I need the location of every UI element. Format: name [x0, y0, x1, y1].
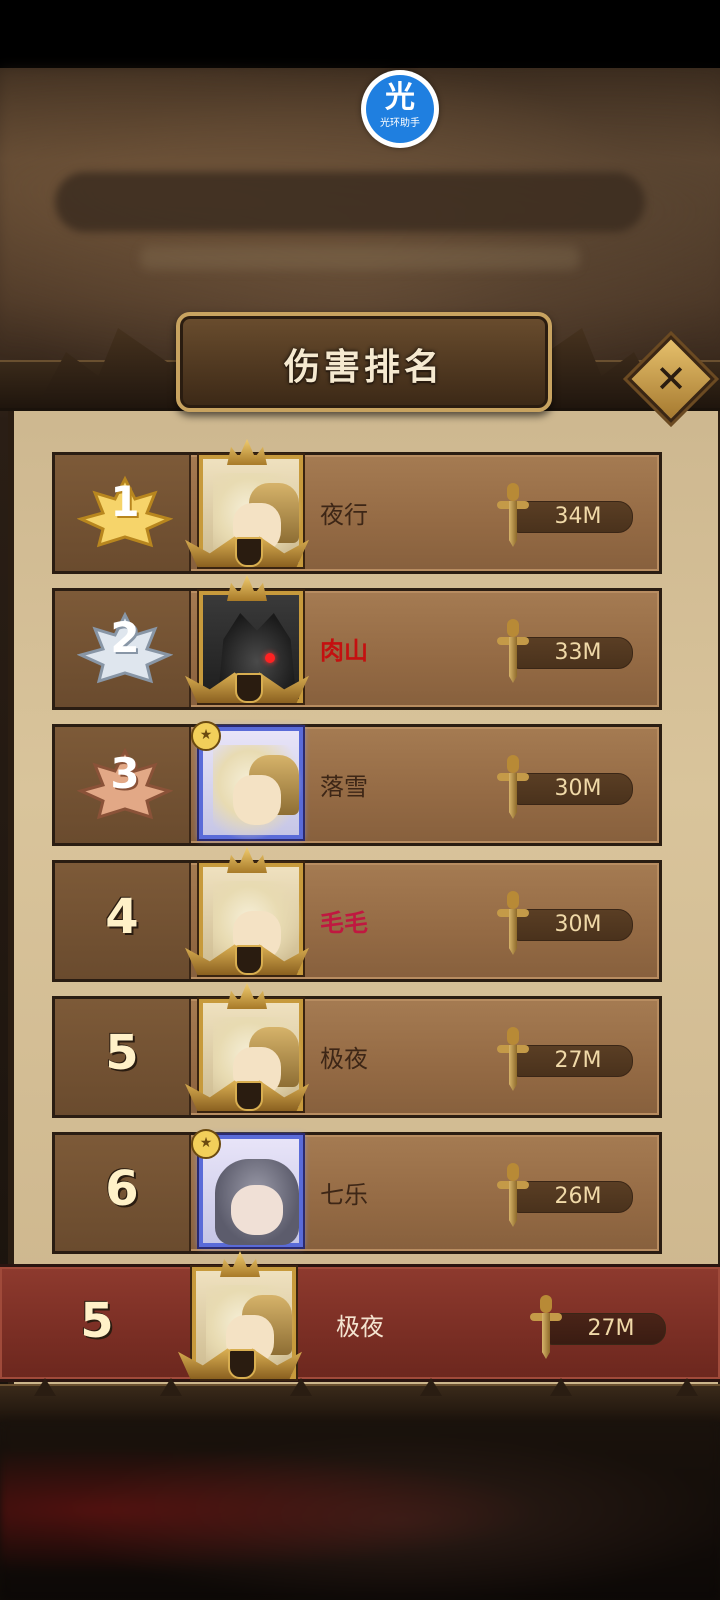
shield-emblem-icon [235, 945, 263, 975]
rank-number: 3 [110, 749, 140, 798]
damage-pill: 34M [515, 501, 633, 533]
app-badge-glyph: 光 [385, 80, 415, 115]
sword-icon [495, 483, 531, 549]
player-name: 肉山 [320, 637, 368, 665]
sword-blade [509, 909, 517, 955]
rank-cell: 5 [55, 999, 191, 1115]
player-avatar[interactable] [185, 575, 309, 707]
ranking-row: 4 毛毛 30M [52, 847, 662, 982]
my-damage-value: 27M [587, 1316, 635, 1341]
my-damage-pill: 27M [548, 1313, 666, 1345]
my-rank-row: 5 极夜 27M [0, 1251, 720, 1382]
player-name: 极夜 [320, 1045, 368, 1073]
red-eye [265, 653, 275, 663]
damage-value: 26M [554, 1184, 602, 1209]
ranking-row: 2 肉山 33M [52, 575, 662, 710]
background-blur-bottom [0, 1420, 720, 1600]
panel-title: 伤害排名 [283, 347, 444, 388]
sword-icon [495, 891, 531, 957]
sword-pommel [507, 619, 519, 637]
sword-icon [528, 1295, 564, 1361]
shield-emblem-icon [228, 1349, 256, 1379]
damage-pill: 30M [515, 773, 633, 805]
player-avatar[interactable] [185, 439, 309, 571]
damage-pill: 33M [515, 637, 633, 669]
damage-value: 27M [554, 1048, 602, 1073]
sword-blade [509, 773, 517, 819]
sword-pommel [507, 1163, 519, 1181]
rank-number: 6 [105, 1161, 139, 1217]
damage-value: 34M [554, 504, 602, 529]
player-name: 夜行 [320, 501, 368, 529]
sword-blade [509, 1181, 517, 1227]
sword-blade [509, 501, 517, 547]
rank-cell: 2 [55, 591, 191, 707]
rank-cell: 3 [55, 727, 191, 843]
rank-cell: 4 [55, 863, 191, 979]
ranking-row: 6 ★ 七乐 26M [52, 1129, 662, 1254]
app-badge-inner: 光 光环助手 [366, 75, 434, 143]
my-rank-number: 5 [80, 1293, 114, 1349]
sword-blade [509, 1045, 517, 1091]
damage-pill: 26M [515, 1181, 633, 1213]
player-name: 七乐 [320, 1181, 368, 1209]
sword-pommel [507, 1027, 519, 1045]
damage-value: 30M [554, 776, 602, 801]
face-shape [233, 775, 281, 825]
ranking-row: 1 夜行 34M [52, 439, 662, 574]
player-avatar[interactable]: ★ [191, 1125, 303, 1251]
ranking-row: 3 ★ 落雪 30M [52, 721, 662, 846]
damage-pill: 30M [515, 909, 633, 941]
shield-emblem-icon [235, 1081, 263, 1111]
my-player-name: 极夜 [336, 1313, 384, 1341]
player-avatar[interactable] [185, 983, 309, 1115]
player-avatar[interactable]: ★ [191, 717, 303, 843]
background-banner [55, 172, 645, 232]
title-plate: 伤害排名 [176, 312, 552, 412]
sword-blade [509, 637, 517, 683]
rank-number: 4 [105, 889, 139, 945]
player-name: 落雪 [320, 773, 368, 801]
sword-pommel [507, 755, 519, 773]
sword-icon [495, 1027, 531, 1093]
my-avatar[interactable] [178, 1251, 302, 1383]
rank-cell: 6 [55, 1135, 191, 1251]
shield-emblem-icon [235, 673, 263, 703]
player-avatar[interactable] [185, 847, 309, 979]
rank-number: 2 [110, 613, 140, 662]
sword-icon [495, 755, 531, 821]
damage-value: 30M [554, 912, 602, 937]
star-badge-icon: ★ [191, 721, 221, 751]
sword-icon [495, 619, 531, 685]
ranking-row: 5 极夜 27M [52, 983, 662, 1118]
damage-pill: 27M [515, 1045, 633, 1077]
sword-pommel [507, 891, 519, 909]
sword-pommel [507, 483, 519, 501]
close-icon: ✕ [655, 357, 687, 401]
game-screen: 光 光环助手 伤害排名 ✕ 1 夜行 34M 2 肉山 33M 3 ★ 落雪 30M 4 毛毛 30M 5… [0, 0, 720, 1600]
sword-icon [495, 1163, 531, 1229]
rank-cell: 1 [55, 455, 191, 571]
shield-emblem-icon [235, 537, 263, 567]
app-badge-label: 光环助手 [380, 118, 420, 129]
rank-number: 5 [105, 1025, 139, 1081]
damage-value: 33M [554, 640, 602, 665]
sword-blade [542, 1313, 550, 1359]
panel-bottom-bar [0, 1384, 720, 1422]
player-name: 毛毛 [320, 909, 368, 937]
star-badge-icon: ★ [191, 1129, 221, 1159]
rank-number: 1 [110, 477, 140, 526]
face-shape [231, 1185, 283, 1235]
background-subtitle [140, 246, 580, 270]
app-assistant-badge[interactable]: 光 光环助手 [361, 70, 439, 148]
sword-pommel [540, 1295, 552, 1313]
